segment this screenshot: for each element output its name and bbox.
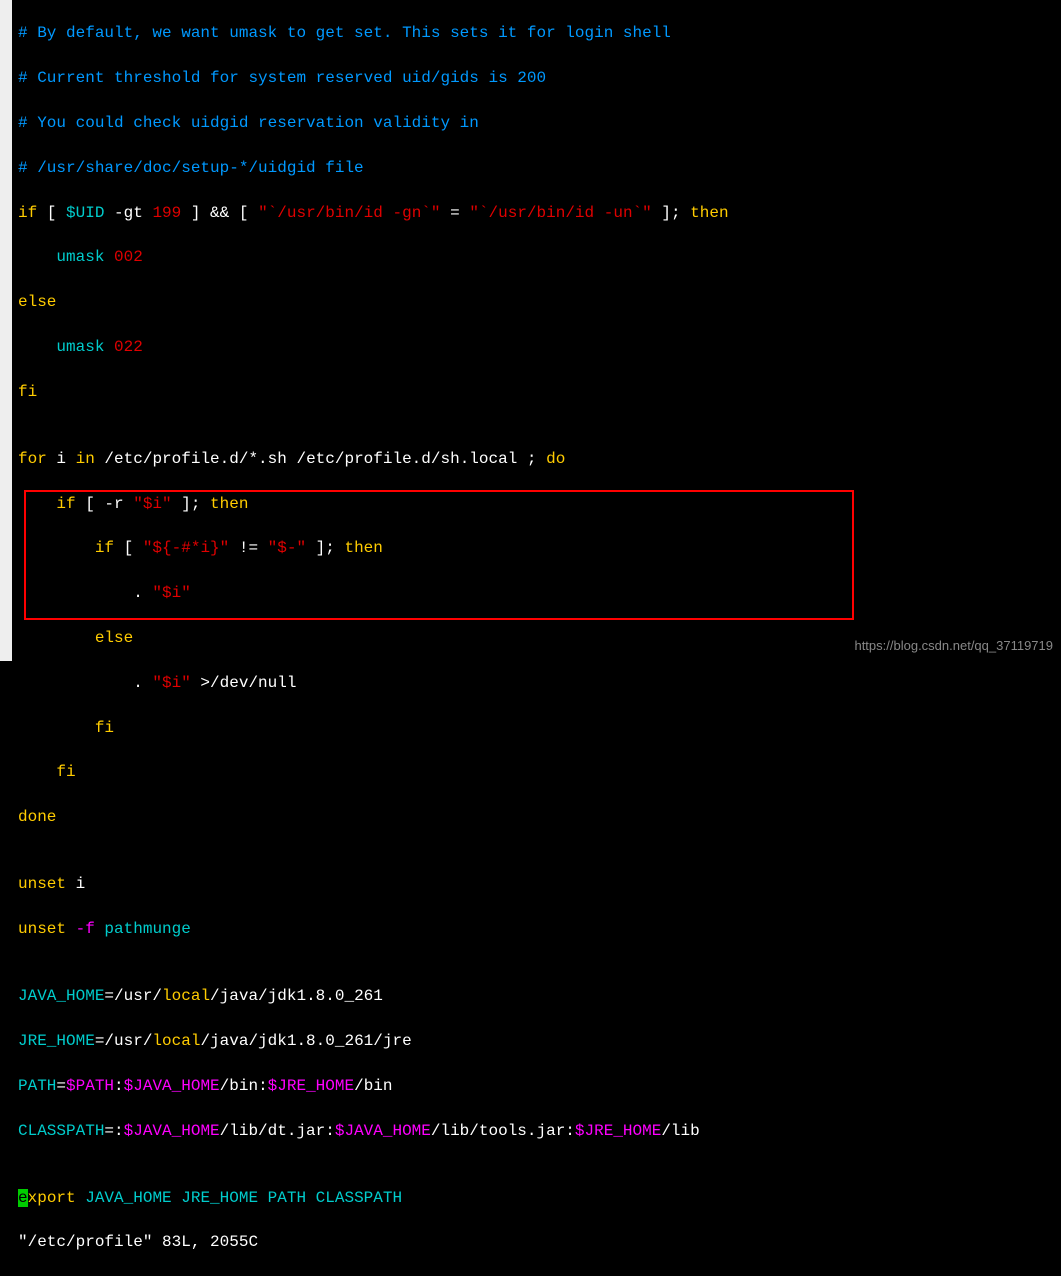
comment: # You could check uidgid reservation val… xyxy=(18,114,479,132)
code-line: if [ -r "$i" ]; then xyxy=(18,493,1057,515)
code-line: . "$i" xyxy=(18,582,1057,604)
keyword: then xyxy=(690,204,728,222)
code-line: fi xyxy=(18,761,1057,783)
keyword: unset xyxy=(18,875,66,893)
keyword: local xyxy=(152,1032,200,1050)
variable-ref: $JAVA_HOME xyxy=(335,1122,431,1140)
vim-status: "/etc/profile" 83L, 2055C xyxy=(18,1233,258,1251)
keyword: fi xyxy=(18,383,37,401)
comment: # By default, we want umask to get set. … xyxy=(18,24,671,42)
variable-ref: $JAVA_HOME xyxy=(124,1122,220,1140)
code-line: JAVA_HOME=/usr/local/java/jdk1.8.0_261 xyxy=(18,985,1057,1007)
string: "`/usr/bin/id -un`" xyxy=(469,204,651,222)
comment: # /usr/share/doc/setup-*/uidgid file xyxy=(18,159,364,177)
code-line: for i in /etc/profile.d/*.sh /etc/profil… xyxy=(18,448,1057,470)
code-line: . "$i" >/dev/null xyxy=(18,672,1057,694)
code-line: done xyxy=(18,806,1057,828)
string: "$i" xyxy=(152,584,190,602)
code-line: # /usr/share/doc/setup-*/uidgid file xyxy=(18,157,1057,179)
code-line: umask 022 xyxy=(18,336,1057,358)
variable-ref: $JRE_HOME xyxy=(268,1077,354,1095)
keyword: if xyxy=(56,495,75,513)
code-line: # You could check uidgid reservation val… xyxy=(18,112,1057,134)
code-line: JRE_HOME=/usr/local/java/jdk1.8.0_261/jr… xyxy=(18,1030,1057,1052)
keyword: for xyxy=(18,450,47,468)
string: "$i" xyxy=(152,674,190,692)
status-line: "/etc/profile" 83L, 2055C xyxy=(18,1231,1057,1253)
code-line: unset -f pathmunge xyxy=(18,918,1057,940)
keyword: else xyxy=(18,293,56,311)
cursor: e xyxy=(18,1189,28,1207)
watermark: https://blog.csdn.net/qq_37119719 xyxy=(854,637,1053,655)
code-line: # By default, we want umask to get set. … xyxy=(18,22,1057,44)
code-line: PATH=$PATH:$JAVA_HOME/bin:$JRE_HOME/bin xyxy=(18,1075,1057,1097)
string: "`/usr/bin/id -gn`" xyxy=(258,204,440,222)
number: 022 xyxy=(114,338,143,356)
number: 002 xyxy=(114,248,143,266)
keyword: local xyxy=(162,987,210,1005)
code-line: fi xyxy=(18,381,1057,403)
keyword: done xyxy=(18,808,56,826)
variable-ref: $JAVA_HOME xyxy=(124,1077,220,1095)
variable-list: JAVA_HOME JRE_HOME PATH CLASSPATH xyxy=(76,1189,402,1207)
keyword: if xyxy=(18,204,37,222)
code-line: else xyxy=(18,291,1057,313)
keyword: fi xyxy=(56,763,75,781)
keyword: xport xyxy=(28,1189,76,1207)
command: umask xyxy=(56,248,114,266)
variable: CLASSPATH xyxy=(18,1122,104,1140)
comment: # Current threshold for system reserved … xyxy=(18,69,546,87)
string: "$i" xyxy=(133,495,171,513)
keyword: in xyxy=(76,450,95,468)
variable: $UID xyxy=(66,204,104,222)
left-margin xyxy=(0,0,12,661)
variable: JAVA_HOME xyxy=(18,987,104,1005)
code-line: umask 002 xyxy=(18,246,1057,268)
number: 199 xyxy=(152,204,181,222)
code-line: if [ $UID -gt 199 ] && [ "`/usr/bin/id -… xyxy=(18,202,1057,224)
code-line: fi xyxy=(18,717,1057,739)
code-line: # Current threshold for system reserved … xyxy=(18,67,1057,89)
code-line: export JAVA_HOME JRE_HOME PATH CLASSPATH xyxy=(18,1187,1057,1209)
keyword: fi xyxy=(95,719,114,737)
keyword: if xyxy=(95,539,114,557)
command: umask xyxy=(56,338,114,356)
keyword: else xyxy=(95,629,133,647)
flag: -f xyxy=(66,920,95,938)
code-line: unset i xyxy=(18,873,1057,895)
string: "${-#*i}" xyxy=(143,539,229,557)
string: "$-" xyxy=(268,539,306,557)
code-line: CLASSPATH=:$JAVA_HOME/lib/dt.jar:$JAVA_H… xyxy=(18,1120,1057,1142)
keyword: then xyxy=(210,495,248,513)
keyword: unset xyxy=(18,920,66,938)
code-line: if [ "${-#*i}" != "$-" ]; then xyxy=(18,537,1057,559)
variable: JRE_HOME xyxy=(18,1032,95,1050)
variable: PATH xyxy=(18,1077,56,1095)
keyword: then xyxy=(344,539,382,557)
variable-ref: $PATH xyxy=(66,1077,114,1095)
keyword: do xyxy=(546,450,565,468)
variable-ref: $JRE_HOME xyxy=(575,1122,661,1140)
